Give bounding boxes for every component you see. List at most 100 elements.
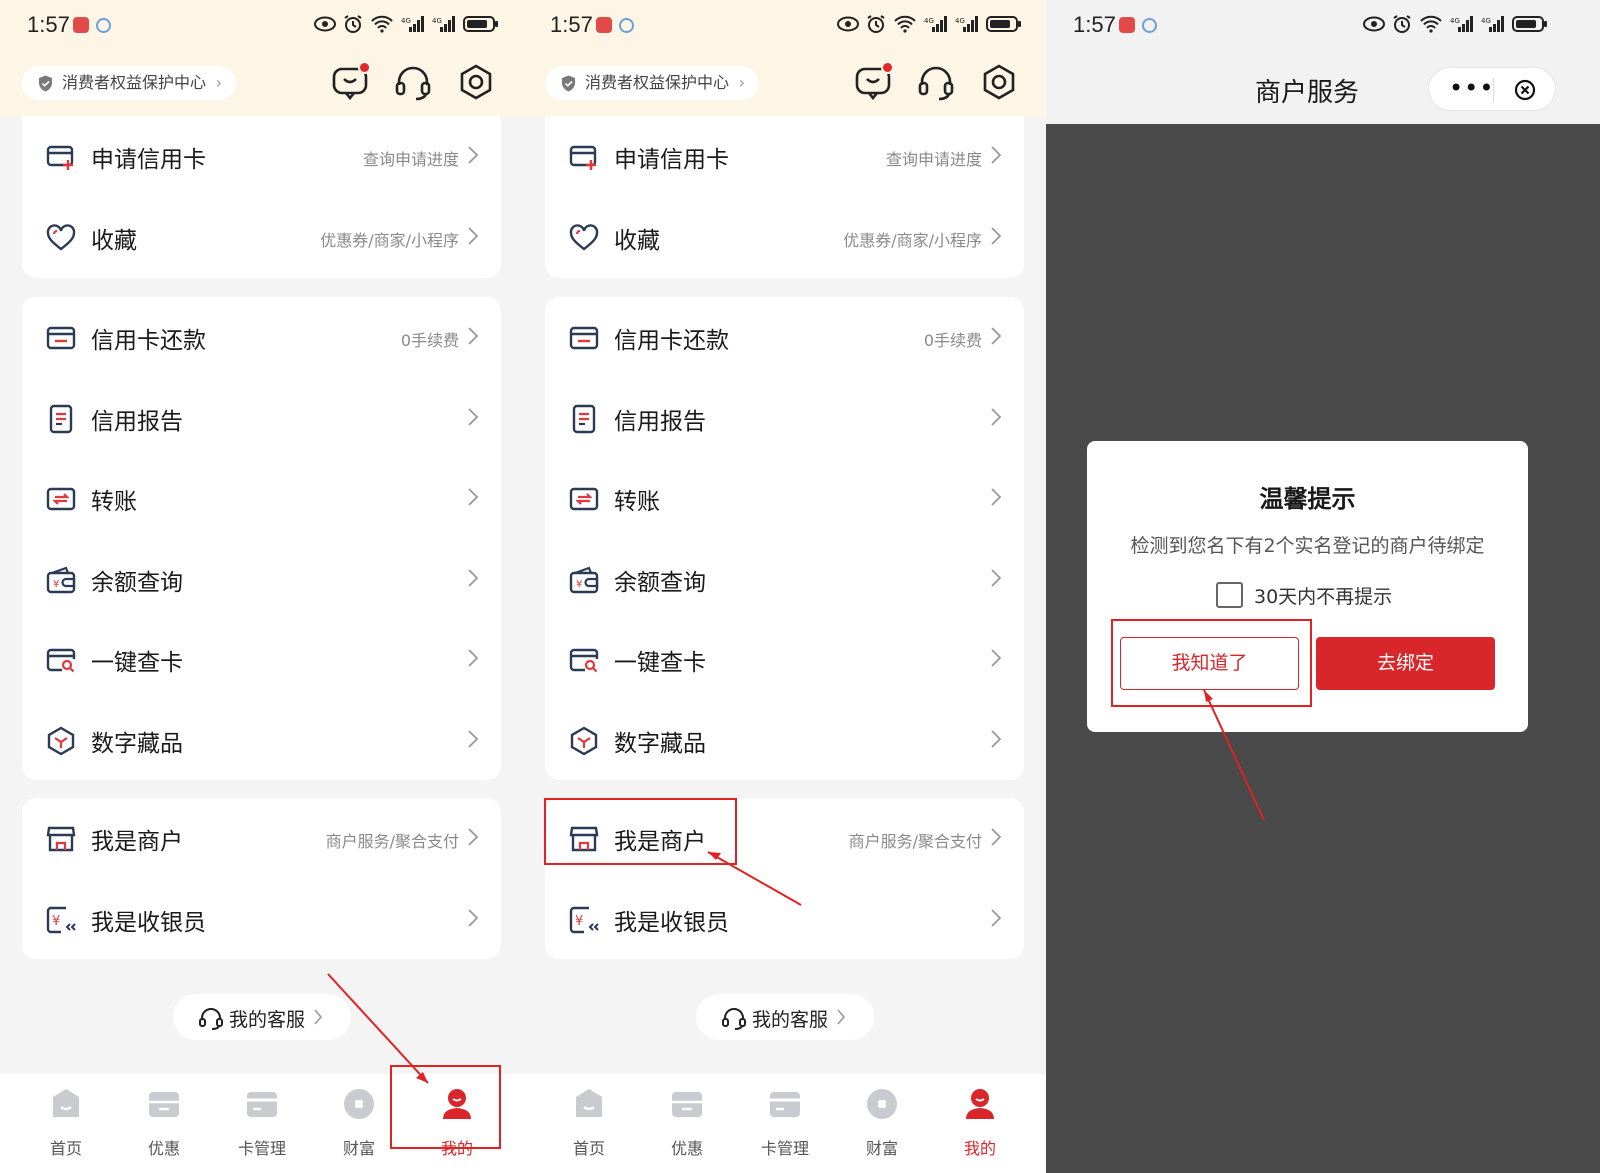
row-credit-repay[interactable]: 信用卡还款 0手续费 (22, 297, 501, 378)
wealth-icon (867, 1089, 897, 1119)
settings-icon[interactable] (456, 62, 496, 102)
dont-remind-checkbox[interactable] (1216, 582, 1243, 608)
chevron-right-icon (991, 568, 1002, 587)
headset-icon (722, 1008, 746, 1030)
row-transfer[interactable]: 转账 (545, 458, 1024, 539)
tab-wealth[interactable]: 财富 (842, 1084, 922, 1159)
row-balance-query[interactable]: ¥ 余额查询 (545, 539, 1024, 620)
card-repay-icon (569, 326, 599, 350)
cashier-icon: ¥ (46, 906, 76, 933)
row-card-search[interactable]: 一键查卡 (545, 619, 1024, 700)
chevron-right-icon (991, 649, 1002, 667)
dialog-message: 检测到您名下有2个实名登记的商户待绑定 (1130, 535, 1485, 557)
my-service-button[interactable]: 我的客服 (696, 994, 874, 1040)
bind-button[interactable]: 去绑定 (1316, 637, 1495, 690)
row-label: 申请信用卡 (91, 147, 206, 173)
tab-label: 首页 (572, 1139, 605, 1158)
app-notification-icon (596, 17, 612, 33)
wifi-icon (1420, 15, 1442, 33)
annotation-highlight (1111, 619, 1312, 707)
shop-icon (46, 826, 76, 852)
chevron-right-icon: › (215, 73, 223, 92)
tab-label: 优惠 (147, 1139, 180, 1158)
battery-icon (986, 16, 1021, 32)
row-cashier[interactable]: ¥ 我是收银员 (22, 879, 501, 960)
card-merchant: 我是商户 商户服务/聚合支付 ¥ 我是收银员 (22, 798, 501, 959)
alarm-icon (867, 15, 885, 33)
chevron-right-icon (468, 488, 479, 506)
cube-icon (570, 726, 598, 755)
row-sub: 优惠券/商家/小程序 (843, 230, 982, 250)
row-sub: 优惠券/商家/小程序 (320, 230, 459, 250)
row-credit-repay[interactable]: 信用卡还款 0手续费 (545, 297, 1024, 378)
settings-icon[interactable] (979, 62, 1019, 102)
tab-home[interactable]: 首页 (549, 1084, 629, 1159)
headset-icon (199, 1008, 223, 1030)
signal-4g-icon: 4G (955, 16, 978, 32)
profile-icon (966, 1089, 994, 1119)
tab-home[interactable]: 首页 (26, 1084, 106, 1159)
row-label: 转账 (91, 489, 137, 515)
tab-offers[interactable]: 优惠 (124, 1084, 204, 1159)
row-credit-report[interactable]: 信用报告 (22, 378, 501, 459)
annotation-highlight (390, 1065, 501, 1149)
heart-icon (569, 223, 599, 251)
tab-wealth[interactable]: 财富 (319, 1084, 399, 1159)
profile-header: 消费者权益保护中心 › (0, 52, 523, 116)
shield-icon (39, 75, 52, 92)
row-card-search[interactable]: 一键查卡 (22, 619, 501, 700)
row-label: 余额查询 (91, 569, 183, 596)
row-sub: 商户服务/聚合支付 (848, 832, 982, 851)
row-credit-report[interactable]: 信用报告 (545, 378, 1024, 459)
close-icon[interactable] (1514, 79, 1536, 101)
consumer-protection-label: 消费者权益保护中心 (585, 73, 730, 92)
row-apply-credit-card[interactable]: 申请信用卡 查询申请进度 (22, 116, 501, 197)
chevron-right-icon (468, 327, 479, 345)
row-digital-collectibles[interactable]: 数字藏品 (22, 700, 501, 781)
row-cashier[interactable]: ¥ 我是收银员 (545, 879, 1024, 960)
signal-4g-icon: 4G (401, 16, 424, 32)
chevron-right-icon (468, 729, 479, 748)
consumer-protection-label: 消费者权益保护中心 (62, 73, 207, 92)
row-transfer[interactable]: 转账 (22, 458, 501, 539)
wallet-icon: ¥ (569, 566, 599, 593)
consumer-protection-link[interactable]: 消费者权益保护中心 › (545, 66, 760, 100)
row-balance-query[interactable]: ¥ 余额查询 (22, 539, 501, 620)
profile-header: 消费者权益保护中心 › (523, 52, 1046, 116)
row-favorites[interactable]: 收藏 优惠券/商家/小程序 (22, 197, 501, 278)
tab-card-management[interactable]: 卡管理 (745, 1084, 825, 1159)
document-icon (49, 404, 73, 433)
row-merchant[interactable]: 我是商户 商户服务/聚合支付 (22, 798, 501, 879)
more-icon[interactable]: ••• (1449, 74, 1494, 102)
chevron-right-icon (991, 729, 1002, 748)
alarm-icon (1393, 15, 1411, 33)
row-label: 一键查卡 (614, 650, 706, 676)
consumer-protection-link[interactable]: 消费者权益保护中心 › (22, 66, 237, 100)
row-label: 我是收银员 (91, 909, 206, 936)
row-digital-collectibles[interactable]: 数字藏品 (545, 700, 1024, 781)
shield-icon (562, 75, 575, 92)
svg-text:4G: 4G (432, 17, 442, 25)
cashier-icon: ¥ (569, 906, 599, 933)
chevron-right-icon: › (738, 73, 746, 92)
tab-card-management[interactable]: 卡管理 (222, 1084, 302, 1159)
annotation-highlight (544, 798, 737, 865)
chevron-right-icon (991, 146, 1002, 164)
status-bar: 1:57 4G 4G (1046, 0, 1600, 52)
row-apply-credit-card[interactable]: 申请信用卡 查询申请进度 (545, 116, 1024, 197)
home-icon (576, 1089, 602, 1117)
headset-icon[interactable] (916, 62, 956, 102)
tab-mine[interactable]: 我的 (940, 1084, 1020, 1159)
my-service-button[interactable]: 我的客服 (173, 994, 351, 1040)
row-favorites[interactable]: 收藏 优惠券/商家/小程序 (545, 197, 1024, 278)
chevron-right-icon (991, 226, 1002, 245)
row-label: 转账 (614, 489, 660, 515)
chat-notification-icon (1142, 18, 1157, 33)
tab-label: 首页 (49, 1139, 82, 1158)
tab-offers[interactable]: 优惠 (647, 1084, 727, 1159)
tab-bar: 首页 优惠 卡管理 财富 我的 (523, 1074, 1046, 1173)
battery-icon (463, 16, 498, 32)
headset-icon[interactable] (393, 62, 433, 102)
row-label: 信用报告 (614, 408, 706, 435)
offers-icon (149, 1092, 179, 1117)
